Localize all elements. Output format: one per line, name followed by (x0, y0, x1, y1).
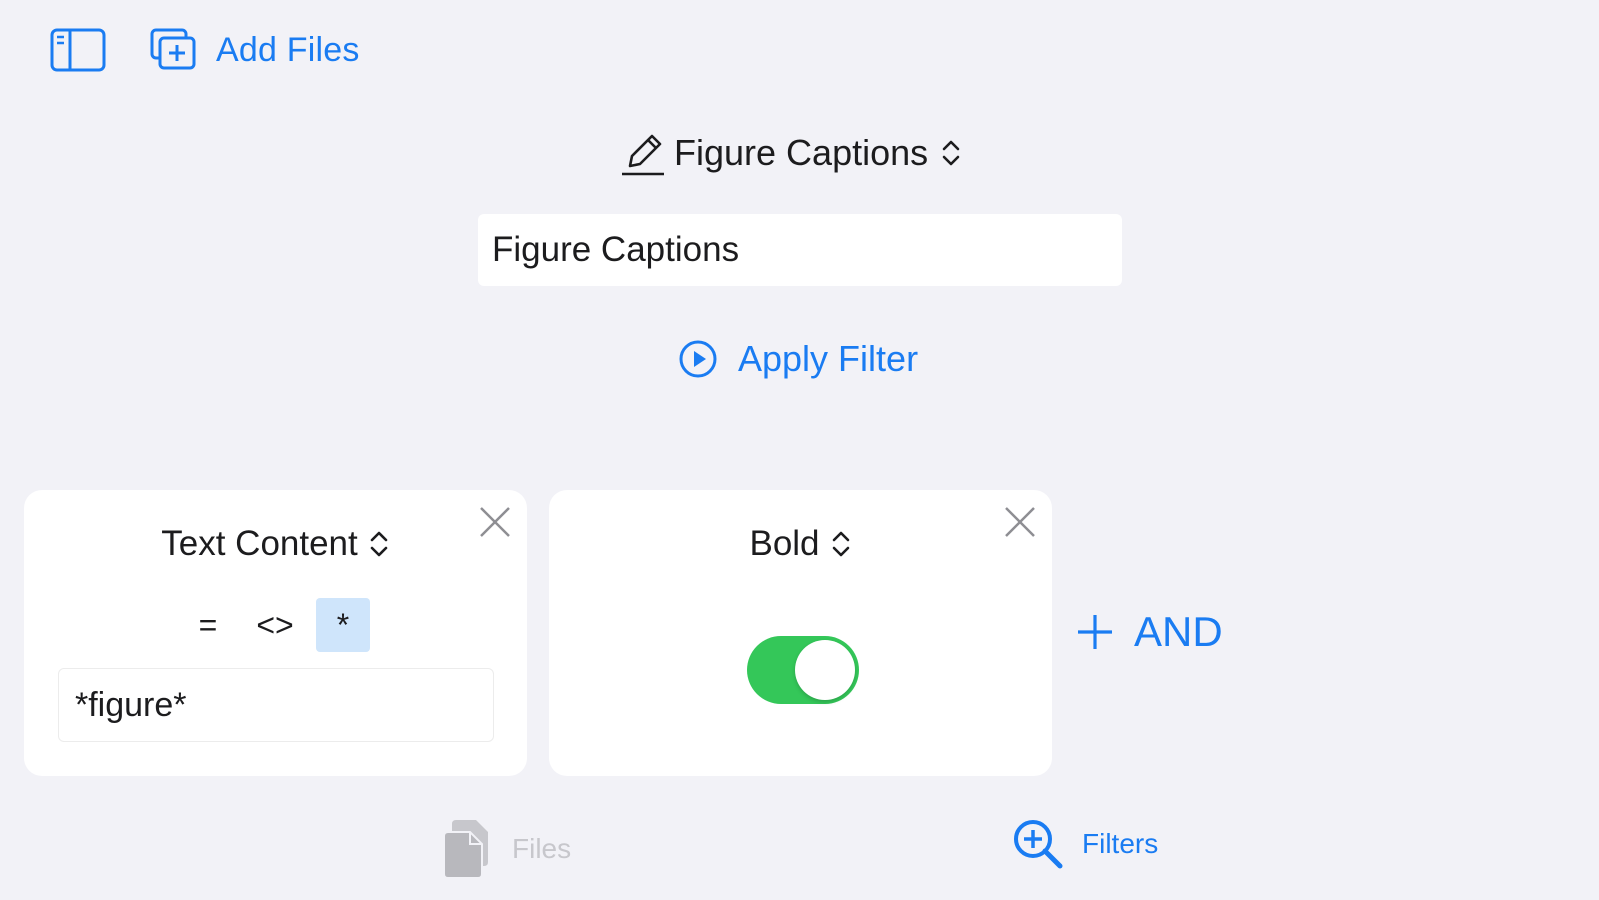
filter-name-menu[interactable]: Figure Captions (620, 128, 962, 178)
sidebar-toggle-button[interactable] (50, 28, 106, 72)
magnify-plus-icon (1014, 820, 1063, 869)
condition-field-label: Text Content (161, 524, 358, 563)
pencil-icon (622, 134, 664, 176)
add-files-button[interactable]: Add Files (150, 28, 360, 72)
operator-wildcard[interactable]: * (316, 598, 370, 652)
filter-name-field-value: Figure Captions (492, 230, 740, 269)
chevron-up-down-icon (370, 531, 388, 557)
condition-field-menu[interactable]: Text Content (24, 524, 527, 564)
chevron-up-down-icon (832, 531, 849, 557)
add-files-icon (150, 28, 196, 70)
operator-not-equals[interactable]: <> (242, 598, 308, 652)
sidebar-icon (50, 28, 106, 72)
bold-toggle-switch[interactable] (747, 636, 859, 704)
play-circle-icon (679, 340, 717, 378)
apply-filter-button[interactable]: Apply Filter (678, 338, 918, 380)
condition-field-label: Bold (749, 524, 820, 563)
filter-name-menu-label: Figure Captions (674, 132, 929, 173)
operator-equals[interactable]: = (184, 598, 232, 652)
tab-files[interactable]: Files (442, 818, 571, 880)
condition-value-text: *figure* (75, 685, 187, 724)
operator-segmented-control: = <> * (184, 598, 370, 652)
add-files-label: Add Files (216, 30, 360, 69)
and-label: AND (1134, 608, 1223, 655)
condition-value-field[interactable]: *figure* (58, 668, 494, 742)
toggle-knob (795, 640, 855, 700)
tab-files-label: Files (512, 833, 572, 864)
tab-filters[interactable]: Filters (1012, 818, 1158, 870)
plus-icon (1078, 615, 1112, 649)
chevron-up-down-icon (942, 140, 960, 166)
condition-field-menu[interactable]: Bold (549, 524, 1052, 564)
condition-card-bold: Bold (549, 490, 1052, 776)
condition-card-text-content: Text Content = <> * *figure* (24, 490, 527, 776)
apply-filter-label: Apply Filter (738, 338, 919, 379)
documents-icon (443, 820, 488, 879)
add-and-condition-button[interactable]: AND (1076, 608, 1223, 656)
filter-name-field[interactable]: Figure Captions (478, 214, 1122, 286)
tab-filters-label: Filters (1082, 828, 1159, 859)
